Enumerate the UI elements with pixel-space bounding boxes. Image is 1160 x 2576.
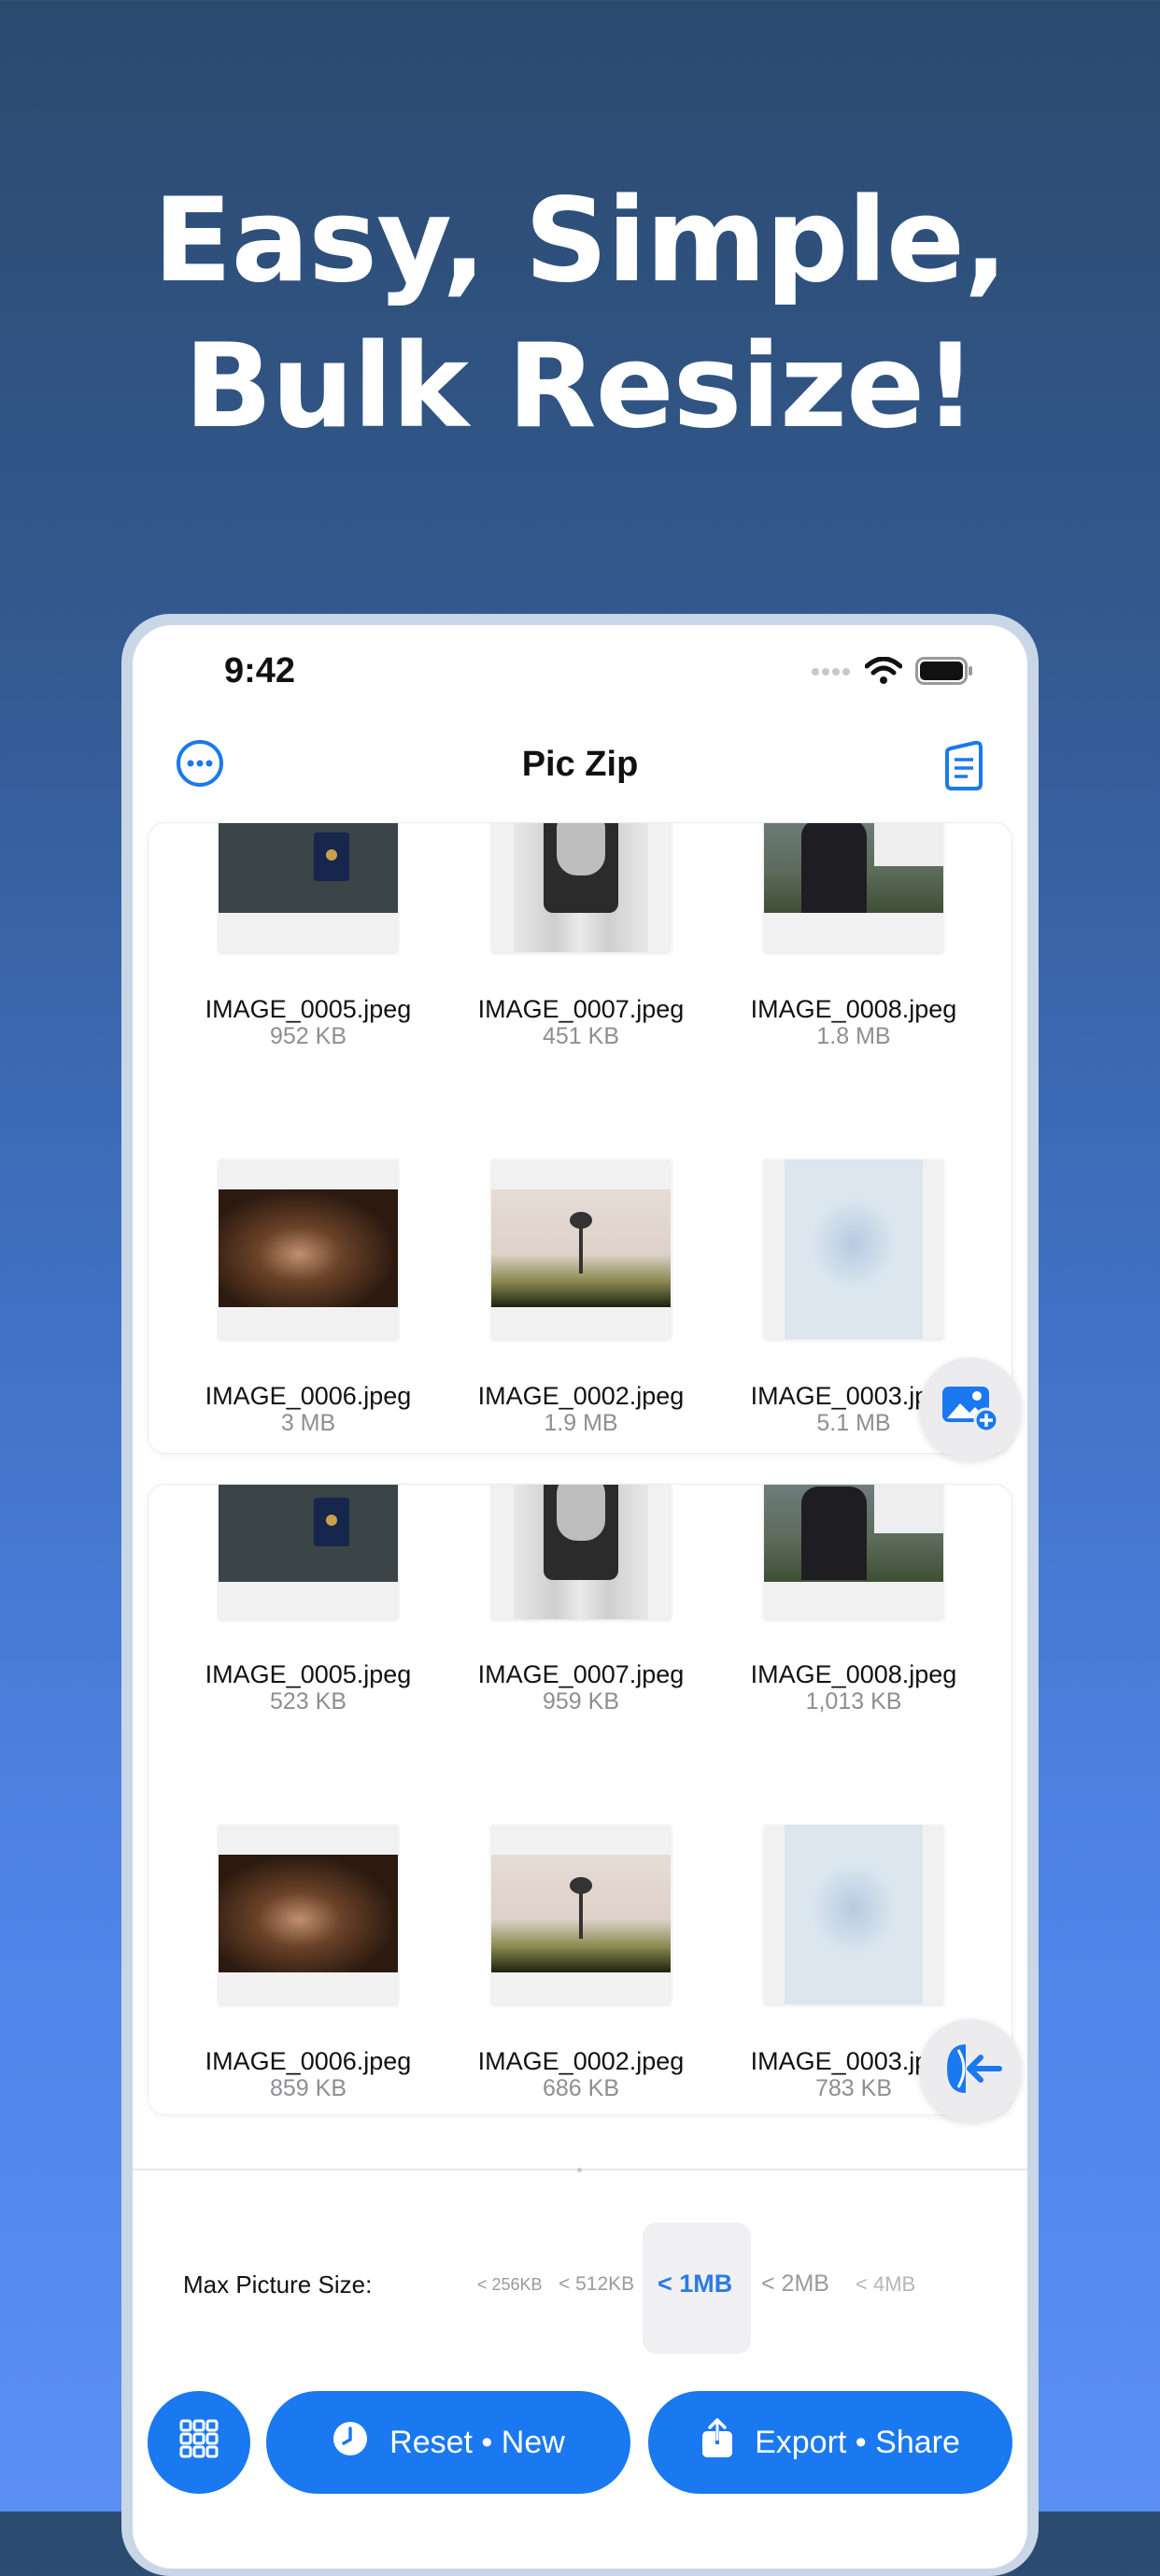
nav-title: Pic Zip: [521, 745, 639, 784]
wifi-icon: [864, 656, 903, 690]
divider-handle: [577, 2168, 582, 2172]
app-screen: 9:42 Pic Zip IMAGE_0005.jpeg 952 KB IMAG…: [133, 625, 1027, 2569]
status-icons: [811, 656, 973, 690]
image-thumbnail[interactable]: [491, 1825, 671, 2004]
image-thumbnail[interactable]: [764, 823, 943, 952]
size-option-256kb[interactable]: < 256KB: [477, 2275, 543, 2295]
file-name: IMAGE_0005.jpeg: [205, 1660, 412, 1688]
image-thumbnail[interactable]: [764, 1160, 943, 1339]
grid-button[interactable]: [148, 2391, 250, 2494]
file-name: IMAGE_0006.jpeg: [205, 2047, 412, 2075]
file-name: IMAGE_0002.jpeg: [477, 2047, 685, 2075]
signal-icon: [811, 665, 852, 682]
file-name: IMAGE_0005.jpeg: [205, 995, 412, 1023]
add-photos-button[interactable]: [919, 1358, 1022, 1460]
original-images-card: IMAGE_0005.jpeg 952 KB IMAGE_0007.jpeg 4…: [149, 823, 1011, 1453]
image-thumbnail[interactable]: [219, 1825, 398, 2004]
compressed-images-card: IMAGE_0005.jpeg 523 KB IMAGE_0007.jpeg 9…: [149, 1485, 1011, 2114]
export-share-button[interactable]: Export • Share: [648, 2391, 1012, 2494]
file-name: IMAGE_0007.jpeg: [477, 1660, 685, 1688]
compress-button[interactable]: [919, 2019, 1022, 2122]
reset-new-label: Reset • New: [389, 2424, 565, 2460]
file-size: 523 KB: [269, 1688, 347, 1715]
file-size: 1,013 KB: [805, 1688, 902, 1715]
size-option-1mb[interactable]: < 1MB: [658, 2270, 732, 2298]
image-thumbnail[interactable]: [491, 1160, 671, 1339]
share-icon: [700, 2417, 734, 2468]
headline-line-2: Bulk Resize!: [184, 320, 977, 454]
image-thumbnail[interactable]: [491, 1485, 671, 1619]
max-size-label: Max Picture Size:: [183, 2270, 373, 2298]
image-thumbnail[interactable]: [219, 1160, 398, 1339]
clock-icon: [332, 2420, 369, 2466]
file-size: 686 KB: [542, 2075, 619, 2101]
file-name: IMAGE_0006.jpeg: [205, 1382, 412, 1410]
file-size: 859 KB: [269, 2075, 347, 2101]
reset-new-button[interactable]: Reset • New: [266, 2391, 630, 2494]
battery-icon: [915, 657, 973, 690]
status-time: 9:42: [224, 651, 296, 690]
file-size: 959 KB: [542, 1688, 619, 1715]
export-share-label: Export • Share: [755, 2424, 960, 2460]
image-thumbnail[interactable]: [219, 1485, 398, 1619]
headline-line-1: Easy, Simple,: [152, 174, 1008, 308]
headline: Easy, Simple, Bulk Resize!: [0, 168, 1160, 460]
image-thumbnail[interactable]: [764, 1485, 943, 1619]
file-size: 1.9 MB: [544, 1410, 618, 1436]
image-thumbnail[interactable]: [764, 1825, 943, 2004]
file-name: IMAGE_0008.jpeg: [750, 1660, 957, 1688]
file-name: IMAGE_0008.jpeg: [750, 995, 957, 1023]
size-option-512kb[interactable]: < 512KB: [559, 2273, 634, 2296]
file-size: 1.8 MB: [816, 1023, 891, 1049]
file-name: IMAGE_0002.jpeg: [477, 1382, 685, 1410]
size-option-2mb[interactable]: < 2MB: [761, 2270, 829, 2298]
compress-icon: [938, 2041, 1003, 2101]
document-icon: [943, 740, 984, 795]
file-size: 451 KB: [542, 1023, 619, 1049]
image-thumbnail[interactable]: [219, 823, 398, 952]
grid-icon: [179, 2419, 219, 2467]
file-size: 952 KB: [269, 1023, 347, 1049]
add-photo-icon: [940, 1381, 1001, 1438]
file-size: 3 MB: [280, 1410, 336, 1436]
size-option-4mb[interactable]: < 4MB: [856, 2272, 915, 2297]
document-button[interactable]: [943, 739, 984, 796]
file-name: IMAGE_0007.jpeg: [477, 995, 685, 1023]
image-thumbnail[interactable]: [491, 823, 671, 952]
